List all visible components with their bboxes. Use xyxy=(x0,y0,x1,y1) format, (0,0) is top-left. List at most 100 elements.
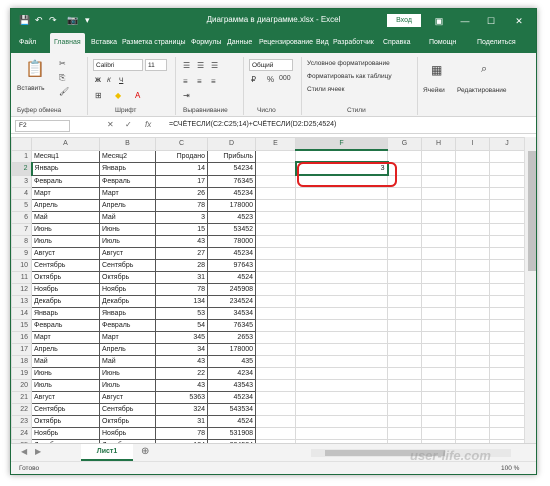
cell[interactable] xyxy=(295,426,388,440)
column-header-i[interactable]: I xyxy=(455,137,490,151)
cell[interactable] xyxy=(489,354,525,368)
cell[interactable] xyxy=(295,258,388,272)
cell[interactable]: Март xyxy=(99,186,156,200)
cell[interactable]: 178000 xyxy=(207,342,256,356)
cell[interactable] xyxy=(387,390,422,404)
cell[interactable]: Сентябрь xyxy=(31,258,100,272)
cell[interactable] xyxy=(489,402,525,416)
cell[interactable]: Май xyxy=(31,210,100,224)
copy-icon[interactable]: ⎘ xyxy=(59,73,65,83)
cell[interactable] xyxy=(489,246,525,260)
next-sheet-icon[interactable]: ▶ xyxy=(35,447,41,456)
cell[interactable] xyxy=(455,426,490,440)
cell[interactable] xyxy=(295,210,388,224)
row-header[interactable]: 4 xyxy=(11,186,32,200)
cell[interactable] xyxy=(255,270,296,284)
cell[interactable] xyxy=(387,318,422,332)
cell[interactable] xyxy=(455,318,490,332)
cell[interactable] xyxy=(387,306,422,320)
conditional-formatting-button[interactable]: Условное форматирование xyxy=(307,60,390,67)
cell[interactable] xyxy=(421,258,456,272)
tab-developer[interactable]: Разработчик xyxy=(333,33,374,53)
align-right-icon[interactable]: ≡ xyxy=(211,77,216,86)
cell[interactable] xyxy=(455,414,490,428)
cell[interactable]: Февраль xyxy=(99,174,156,188)
cell[interactable] xyxy=(455,390,490,404)
cell[interactable]: Январь xyxy=(99,161,156,176)
cell[interactable]: 78 xyxy=(155,426,208,440)
tab-review[interactable]: Рецензирование xyxy=(259,33,313,53)
row-header[interactable]: 10 xyxy=(11,258,32,272)
italic-button[interactable]: К xyxy=(107,77,111,84)
add-sheet-icon[interactable]: ⊕ xyxy=(141,446,149,457)
cell[interactable] xyxy=(455,282,490,296)
cell[interactable] xyxy=(421,246,456,260)
cell[interactable]: 531908 xyxy=(207,426,256,440)
cell[interactable]: 15 xyxy=(155,222,208,236)
align-top-icon[interactable]: ☰ xyxy=(183,61,190,70)
tab-help[interactable]: Справка xyxy=(383,33,410,53)
row-header[interactable]: 11 xyxy=(11,270,32,284)
cell[interactable] xyxy=(295,390,388,404)
cell[interactable] xyxy=(421,186,456,200)
currency-icon[interactable]: ₽ xyxy=(251,75,256,84)
minimize-icon[interactable]: — xyxy=(457,13,473,29)
cell[interactable] xyxy=(455,354,490,368)
cell[interactable] xyxy=(455,161,490,176)
cell[interactable] xyxy=(255,390,296,404)
cell[interactable] xyxy=(489,378,525,392)
cell[interactable] xyxy=(421,426,456,440)
cell[interactable] xyxy=(455,366,490,380)
cell[interactable] xyxy=(421,222,456,236)
cell[interactable] xyxy=(255,294,296,308)
cell[interactable] xyxy=(255,258,296,272)
cell[interactable]: Апрель xyxy=(31,342,100,356)
cell[interactable] xyxy=(489,342,525,356)
cell[interactable] xyxy=(455,342,490,356)
cell[interactable] xyxy=(421,330,456,344)
cell[interactable] xyxy=(421,294,456,308)
cell[interactable] xyxy=(421,306,456,320)
cell[interactable] xyxy=(455,198,490,212)
cell[interactable]: Сентябрь xyxy=(99,402,156,416)
cell[interactable] xyxy=(455,330,490,344)
cell[interactable] xyxy=(255,282,296,296)
cell[interactable]: Июнь xyxy=(99,222,156,236)
cell[interactable]: 28 xyxy=(155,258,208,272)
tab-data[interactable]: Данные xyxy=(227,33,252,53)
cell[interactable] xyxy=(421,270,456,284)
cell[interactable] xyxy=(455,149,490,163)
cell[interactable] xyxy=(387,198,422,212)
cell[interactable] xyxy=(255,186,296,200)
row-header[interactable]: 13 xyxy=(11,294,32,308)
cell[interactable] xyxy=(387,186,422,200)
underline-button[interactable]: Ч xyxy=(119,77,123,84)
cell[interactable] xyxy=(489,186,525,200)
cell[interactable] xyxy=(489,426,525,440)
cell[interactable] xyxy=(387,210,422,224)
cell[interactable] xyxy=(255,342,296,356)
cell[interactable] xyxy=(455,186,490,200)
cell[interactable]: 45234 xyxy=(207,186,256,200)
cell[interactable] xyxy=(255,210,296,224)
paste-button[interactable]: Вставить xyxy=(17,85,45,92)
cell[interactable] xyxy=(489,174,525,188)
paste-icon[interactable]: 📋 xyxy=(25,59,45,79)
cell[interactable] xyxy=(421,161,456,176)
cell[interactable] xyxy=(255,330,296,344)
cell[interactable]: 43 xyxy=(155,378,208,392)
cell[interactable]: 54234 xyxy=(207,161,256,176)
cell[interactable] xyxy=(255,354,296,368)
cell[interactable] xyxy=(455,210,490,224)
tab-page-layout[interactable]: Разметка страницы xyxy=(122,33,186,53)
zoom-level[interactable]: 100 % xyxy=(501,465,519,472)
tab-share[interactable]: Поделиться xyxy=(477,33,516,53)
cell[interactable] xyxy=(387,366,422,380)
cell[interactable]: 78000 xyxy=(207,234,256,248)
cell[interactable] xyxy=(387,282,422,296)
cell[interactable] xyxy=(295,402,388,416)
cell[interactable] xyxy=(255,414,296,428)
cell[interactable]: Май xyxy=(31,354,100,368)
cell[interactable] xyxy=(489,366,525,380)
tab-file[interactable]: Файл xyxy=(19,33,36,53)
